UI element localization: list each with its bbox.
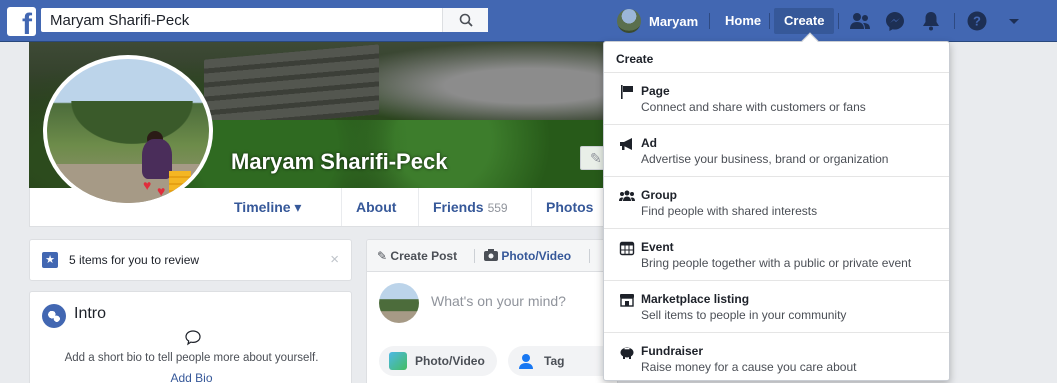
intro-title: Intro bbox=[74, 305, 107, 322]
menu-item-page[interactable]: Page Connect and share with customers or… bbox=[604, 72, 949, 124]
menu-item-title: Group bbox=[641, 188, 677, 202]
top-navigation-bar: f Maryam Home Create ? bbox=[0, 0, 1057, 42]
tab-create-post[interactable]: ✎ Create Post bbox=[377, 249, 457, 263]
avatar bbox=[617, 9, 641, 33]
tag-friends-button-label: Tag Friends bbox=[544, 354, 565, 368]
home-link[interactable]: Home bbox=[715, 8, 771, 34]
menu-item-title: Fundraiser bbox=[641, 344, 704, 358]
menu-item-title: Event bbox=[641, 240, 674, 254]
create-menu-header: Create bbox=[616, 52, 654, 66]
tab-create-post-label: Create Post bbox=[390, 249, 458, 263]
search-input[interactable] bbox=[41, 8, 436, 32]
menu-item-description: Find people with shared interests bbox=[641, 204, 818, 218]
menu-item-event[interactable]: Event Bring people together with a publi… bbox=[604, 228, 949, 280]
menu-item-description: Connect and share with customers or fans bbox=[641, 100, 866, 114]
piggy-bank-icon bbox=[620, 347, 634, 359]
menu-item-marketplace-listing[interactable]: Marketplace listing Sell items to people… bbox=[604, 280, 949, 332]
search-icon bbox=[459, 13, 473, 27]
menu-item-description: Sell items to people in your community bbox=[641, 308, 847, 322]
intro-bio-prompt: Add a short bio to tell people more abou… bbox=[64, 352, 319, 364]
logo-letter: f bbox=[22, 8, 32, 37]
megaphone-icon bbox=[620, 138, 632, 150]
menu-item-title: Ad bbox=[641, 136, 657, 150]
flag-icon bbox=[621, 85, 633, 99]
menu-item-title: Marketplace listing bbox=[641, 292, 750, 306]
friends-count: 559 bbox=[487, 201, 508, 215]
friends-icon[interactable] bbox=[849, 10, 871, 32]
speech-bubble-icon bbox=[185, 330, 201, 346]
tab-timeline[interactable]: Timeline ▾ bbox=[220, 188, 315, 226]
review-items-text: 5 items for you to review bbox=[69, 253, 200, 267]
menu-item-title: Page bbox=[641, 84, 670, 98]
pencil-icon: ✎ bbox=[590, 150, 602, 166]
close-icon[interactable]: × bbox=[330, 251, 339, 268]
tag-friends-icon bbox=[519, 354, 533, 369]
nav-divider bbox=[709, 13, 710, 29]
photo-video-button[interactable]: Photo/Video bbox=[379, 346, 497, 376]
menu-item-fundraiser[interactable]: Fundraiser Raise money for a cause you c… bbox=[604, 332, 949, 383]
heart-icon: ♥ bbox=[157, 183, 166, 199]
nav-divider bbox=[954, 13, 955, 29]
add-bio-link[interactable]: Add Bio bbox=[30, 371, 353, 383]
messenger-icon[interactable] bbox=[884, 10, 906, 32]
storefront-icon bbox=[620, 294, 634, 307]
user-name: Maryam bbox=[649, 13, 699, 29]
create-button[interactable]: Create bbox=[774, 8, 835, 34]
group-icon bbox=[619, 190, 635, 201]
photo-video-button-label: Photo/Video bbox=[415, 354, 485, 368]
intro-card: Intro Add a short bio to tell people mor… bbox=[29, 291, 352, 383]
menu-item-description: Bring people together with a public or p… bbox=[641, 256, 912, 270]
profile-picture-hill bbox=[47, 101, 209, 161]
facebook-logo[interactable]: f bbox=[7, 7, 36, 36]
cover-bench-image bbox=[204, 44, 379, 130]
tab-friends-label: Friends bbox=[433, 199, 484, 215]
tab-about[interactable]: About bbox=[341, 188, 410, 226]
composer-tabs: ✎ Create Post Photo/Video bbox=[367, 240, 617, 272]
nav-divider bbox=[838, 13, 839, 29]
caret-down-icon[interactable] bbox=[1003, 10, 1025, 32]
tab-photo-video-label: Photo/Video bbox=[501, 249, 572, 263]
profile-link[interactable]: Maryam bbox=[617, 8, 698, 34]
menu-item-group[interactable]: Group Find people with shared interests bbox=[604, 176, 949, 228]
photo-icon bbox=[389, 352, 407, 370]
help-icon[interactable]: ? bbox=[966, 10, 988, 32]
search-button[interactable] bbox=[442, 8, 488, 32]
tab-photos[interactable]: Photos bbox=[531, 188, 607, 226]
tab-divider bbox=[589, 249, 590, 263]
calendar-icon bbox=[619, 241, 635, 256]
heart-icon: ♥ bbox=[143, 177, 152, 193]
menu-item-description: Advertise your business, brand or organi… bbox=[641, 152, 889, 166]
search-box bbox=[41, 8, 488, 32]
tag-friends-button[interactable]: Tag Friends bbox=[508, 346, 617, 376]
tab-divider bbox=[474, 249, 475, 263]
star-icon: ★ bbox=[42, 252, 58, 268]
tab-friends[interactable]: Friends 559 bbox=[418, 188, 522, 226]
review-items-card[interactable]: ★ 5 items for you to review × bbox=[29, 239, 352, 281]
pencil-icon: ✎ bbox=[377, 249, 388, 263]
menu-item-ad[interactable]: Ad Advertise your business, brand or org… bbox=[604, 124, 949, 176]
notifications-icon[interactable] bbox=[920, 10, 942, 32]
tab-photo-video[interactable]: Photo/Video bbox=[484, 249, 571, 263]
nav-divider bbox=[769, 13, 770, 29]
profile-picture[interactable]: ♥ ♥ bbox=[43, 55, 213, 207]
svg-text:?: ? bbox=[973, 14, 981, 29]
globe-icon bbox=[42, 304, 66, 328]
avatar bbox=[379, 283, 419, 323]
post-input-placeholder[interactable]: What's on your mind? bbox=[431, 293, 566, 309]
camera-icon bbox=[484, 249, 498, 261]
profile-picture-person bbox=[142, 139, 172, 179]
create-menu: Create Page Connect and share with custo… bbox=[603, 32, 950, 383]
profile-picture-frame-sticker bbox=[169, 171, 191, 199]
post-composer: ✎ Create Post Photo/Video What's on your… bbox=[366, 239, 618, 383]
profile-name[interactable]: Maryam Sharifi-Peck bbox=[231, 149, 447, 175]
menu-item-description: Raise money for a cause you care about bbox=[641, 360, 857, 374]
